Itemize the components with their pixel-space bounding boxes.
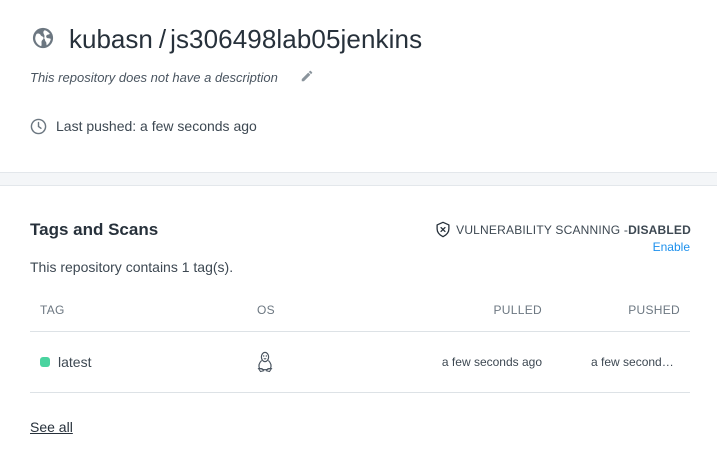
- tag-name-link[interactable]: latest: [58, 354, 91, 370]
- section-title: Tags and Scans: [30, 220, 159, 239]
- pencil-icon: [301, 70, 313, 82]
- column-header-os: OS: [257, 303, 275, 317]
- tag-status-dot: [40, 357, 50, 367]
- repository-title: kubasn / js306498lab05jenkins: [69, 22, 422, 56]
- scanning-status: DISABLED: [628, 222, 691, 237]
- vulnerability-scanning-status: VULNERABILITY SCANNING - DISABLED: [435, 221, 691, 238]
- repository-description: This repository does not have a descript…: [30, 70, 278, 85]
- see-all-link[interactable]: See all: [30, 419, 73, 435]
- globe-icon: [32, 27, 54, 49]
- column-header-tag: TAG: [40, 303, 65, 317]
- tag-cell: latest: [40, 354, 91, 370]
- edit-description-button[interactable]: [298, 67, 316, 85]
- pushed-time: a few seconds ago: [591, 355, 675, 369]
- enable-scanning-link[interactable]: Enable: [653, 240, 690, 254]
- clock-icon: [30, 118, 47, 135]
- table-header: TAG OS PULLED PUSHED: [30, 290, 690, 332]
- last-pushed-text: Last pushed: a few seconds ago: [56, 118, 257, 134]
- shield-x-icon: [436, 221, 450, 238]
- column-header-pulled: PULLED: [493, 303, 542, 317]
- scanning-label: VULNERABILITY SCANNING -: [456, 222, 629, 237]
- title-separator: /: [158, 24, 167, 54]
- tag-count-summary: This repository contains 1 tag(s).: [30, 259, 234, 275]
- repository-namespace[interactable]: kubasn: [69, 24, 153, 54]
- section-divider: [0, 172, 717, 186]
- repository-header: kubasn / js306498lab05jenkins This reposit…: [0, 0, 717, 172]
- pulled-time: a few seconds ago: [441, 355, 542, 369]
- repository-name: js306498lab05jenkins: [170, 24, 423, 54]
- table-row: latest a few seconds ago a few seconds a…: [30, 332, 690, 393]
- tags-and-scans-section: Tags and Scans VULNERABILITY SCANNING - …: [0, 186, 717, 457]
- tags-table: TAG OS PULLED PUSHED latest a few second…: [30, 290, 690, 393]
- linux-icon: [257, 351, 273, 373]
- column-header-pushed: PUSHED: [628, 303, 680, 317]
